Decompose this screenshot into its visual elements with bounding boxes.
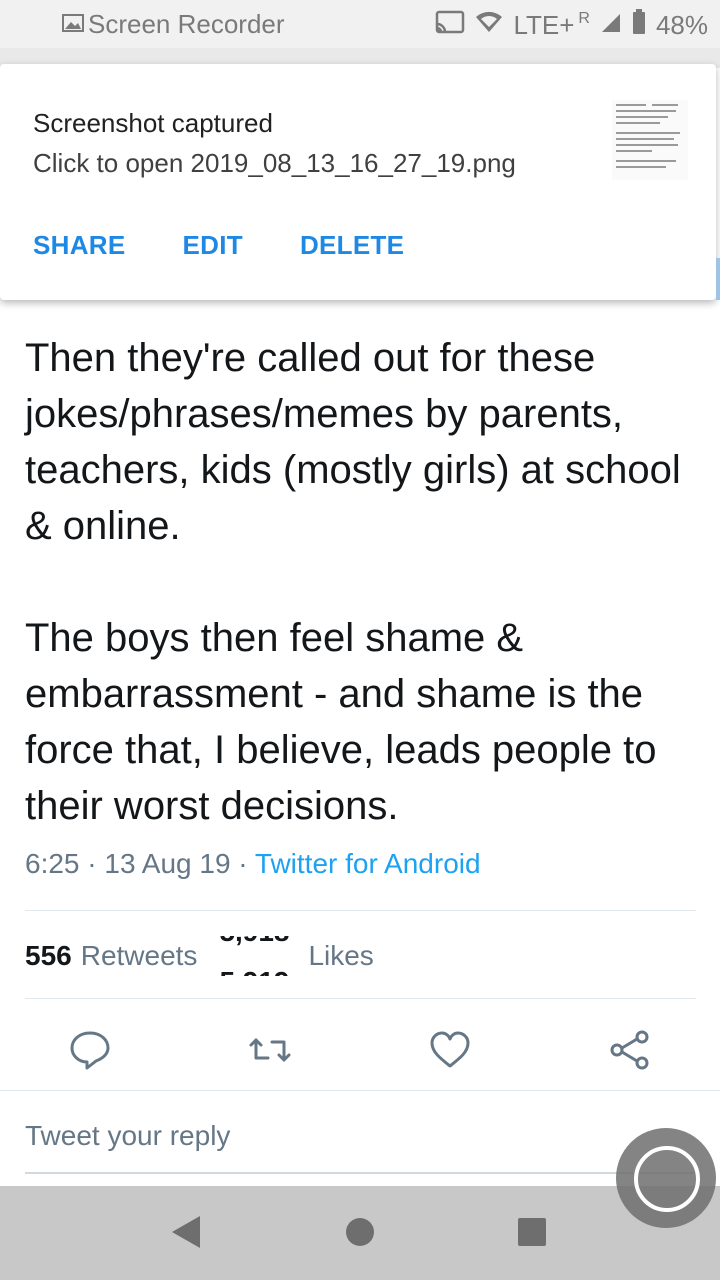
wifi-icon xyxy=(475,10,503,41)
reply-underline xyxy=(25,1172,695,1174)
network-type: LTE+ R xyxy=(513,10,590,40)
retweets-count[interactable]: 556 xyxy=(25,940,72,972)
meta-separator: · xyxy=(238,848,248,879)
status-bar: Screen Recorder LTE+ R 48% xyxy=(0,0,720,48)
divider xyxy=(25,910,696,911)
tweet-text: Then they're called out for these jokes/… xyxy=(25,336,681,828)
meta-separator: · xyxy=(87,848,97,879)
roaming-indicator: R xyxy=(578,10,590,27)
home-icon[interactable] xyxy=(344,1216,376,1253)
recents-icon[interactable] xyxy=(516,1216,548,1253)
tweet-meta: 6:25 · 13 Aug 19 · Twitter for Android xyxy=(25,848,481,880)
tweet-source-link[interactable]: Twitter for Android xyxy=(255,848,481,879)
battery-icon xyxy=(632,9,646,42)
status-right: LTE+ R 48% xyxy=(435,9,708,42)
edit-action-button[interactable]: EDIT xyxy=(183,230,243,261)
screenshot-notification[interactable]: Screenshot captured Click to open 2019_0… xyxy=(0,64,716,300)
delete-action-button[interactable]: DELETE xyxy=(300,230,404,261)
notification-body[interactable]: Click to open 2019_08_13_16_27_19.png xyxy=(33,148,516,179)
signal-icon xyxy=(600,10,622,41)
scroll-accent xyxy=(716,258,720,300)
notification-title: Screenshot captured xyxy=(33,108,273,138)
reply-icon[interactable] xyxy=(68,1028,112,1072)
like-icon[interactable] xyxy=(428,1028,472,1072)
screen-recorder-label: Screen Recorder xyxy=(88,9,285,39)
likes-count-new: 5,919 xyxy=(219,966,289,976)
tweet-actions xyxy=(0,1020,720,1076)
status-left: Screen Recorder xyxy=(62,9,285,40)
screen-recorder-floating-button[interactable] xyxy=(616,1128,716,1228)
back-icon[interactable] xyxy=(168,1214,204,1255)
tweet-date: 13 Aug 19 xyxy=(104,848,231,879)
retweet-icon[interactable] xyxy=(248,1028,292,1072)
share-action-button[interactable]: SHARE xyxy=(33,230,126,261)
screenshot-thumbnail[interactable] xyxy=(612,100,688,180)
reply-input[interactable]: Tweet your reply xyxy=(25,1120,230,1152)
share-icon[interactable] xyxy=(608,1028,652,1072)
likes-count-ticker[interactable]: 5,918 5,919 xyxy=(211,936,299,976)
battery-percent: 48% xyxy=(655,10,708,40)
retweets-label[interactable]: Retweets xyxy=(81,940,198,972)
divider xyxy=(0,1090,720,1091)
image-icon xyxy=(62,9,84,40)
tweet-stats: 556 Retweets 5,918 5,919 Likes xyxy=(25,936,374,976)
tweet-time: 6:25 xyxy=(25,848,80,879)
cast-icon xyxy=(435,10,465,41)
divider xyxy=(25,998,696,999)
navigation-bar xyxy=(0,1186,720,1280)
record-icon xyxy=(634,1146,700,1212)
likes-label[interactable]: Likes xyxy=(308,940,373,972)
likes-count-old: 5,918 xyxy=(219,936,289,948)
notification-actions: SHARE EDIT DELETE xyxy=(33,230,404,261)
